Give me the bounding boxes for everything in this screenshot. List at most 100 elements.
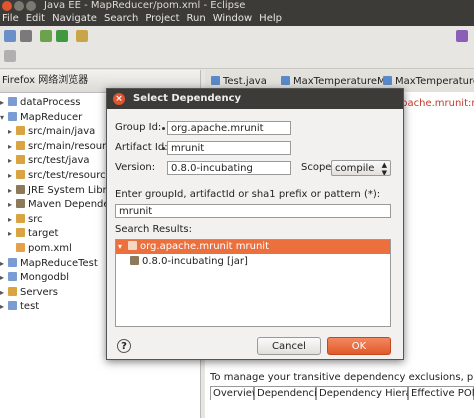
- tree-item-label: test: [20, 301, 40, 313]
- collapsed-triangle-icon[interactable]: ▸: [8, 140, 16, 154]
- cancel-button[interactable]: Cancel: [257, 337, 321, 355]
- tree-item-label: Servers: [20, 286, 59, 298]
- tree-item-label: src/main/java: [28, 126, 96, 138]
- tree-item[interactable]: ▸ Mongodbl: [0, 271, 69, 285]
- collapsed-triangle-icon[interactable]: ▸: [8, 154, 16, 168]
- tree-item[interactable]: ▸ src/test/resources: [8, 169, 117, 183]
- tree-item[interactable]: ▸ target: [8, 227, 58, 241]
- jar-version-icon: [130, 256, 139, 265]
- result-artifact-label: org.apache.mrunit mrunit: [140, 241, 269, 252]
- java-file-icon: [383, 76, 392, 85]
- project-icon: [8, 257, 17, 267]
- dialog-title-bar: × Select Dependency: [107, 89, 403, 109]
- perspective-icon[interactable]: [456, 30, 468, 42]
- collapsed-triangle-icon[interactable]: ▸: [8, 169, 16, 183]
- menu-navigate[interactable]: Navigate: [52, 13, 97, 24]
- tree-item[interactable]: ▸ MapReduceTest: [0, 257, 98, 271]
- collapsed-triangle-icon[interactable]: ▸: [8, 184, 16, 198]
- dialog-title: Select Dependency: [133, 93, 242, 104]
- source-folder-icon: [16, 170, 25, 179]
- source-folder-icon: [16, 155, 25, 165]
- search-results-tree[interactable]: ▾ org.apache.mrunit mrunit 0.8.0-incubati…: [115, 239, 391, 327]
- tree-item[interactable]: ▸ src: [8, 213, 43, 227]
- tree-item-label: MapReducer: [20, 111, 83, 123]
- menu-edit[interactable]: Edit: [26, 13, 45, 24]
- pom-editor-tabs: Overview Dependencies Dependency Hierarc…: [210, 386, 474, 400]
- tree-item[interactable]: ▸ src/test/java: [8, 154, 90, 168]
- collapsed-triangle-icon[interactable]: ▸: [8, 198, 16, 212]
- java-file-icon: [211, 76, 220, 85]
- minimize-window-icon[interactable]: [14, 1, 24, 11]
- tab-dependency-hierarchy[interactable]: Dependency Hierarchy: [316, 386, 433, 400]
- version-field[interactable]: 0.8.0-incubating: [167, 161, 291, 175]
- menu-search[interactable]: Search: [104, 13, 138, 24]
- menu-help[interactable]: Help: [259, 13, 282, 24]
- xml-file-icon: [16, 243, 25, 252]
- search-icon[interactable]: [76, 30, 88, 42]
- select-dependency-dialog: × Select Dependency Group Id: org.apache…: [106, 88, 404, 360]
- tab-label: MaxTemperatureM: [293, 76, 386, 87]
- tree-item-label: src/test/java: [28, 155, 90, 167]
- collapsed-triangle-icon[interactable]: ▸: [0, 286, 8, 300]
- result-version-row[interactable]: 0.8.0-incubating [jar]: [130, 255, 248, 269]
- tree-item-label: dataProcess: [20, 97, 81, 108]
- window-title-bar: Java EE - MapReducer/pom.xml - Eclipse: [0, 0, 474, 12]
- run-icon[interactable]: [56, 30, 68, 42]
- tree-item-label: pom.xml: [28, 243, 72, 254]
- new-icon[interactable]: [4, 30, 16, 42]
- close-window-icon[interactable]: [2, 1, 12, 11]
- search-input[interactable]: mrunit: [115, 204, 391, 218]
- collapsed-triangle-icon[interactable]: ▸: [8, 125, 16, 139]
- required-marker: [162, 147, 165, 150]
- collapsed-triangle-icon[interactable]: ▸: [8, 213, 16, 227]
- tree-item-label: MapReduceTest: [20, 257, 98, 269]
- collapsed-triangle-icon[interactable]: ▸: [0, 271, 8, 285]
- tree-item[interactable]: pom.xml: [8, 242, 72, 256]
- menu-project[interactable]: Project: [145, 13, 179, 24]
- collapsed-triangle-icon[interactable]: ▸: [0, 300, 8, 314]
- tree-item[interactable]: ▾ MapReducer: [0, 111, 82, 125]
- tab-overview[interactable]: Overview: [210, 386, 260, 400]
- tab-effective-pom[interactable]: Effective POM: [408, 386, 474, 400]
- group-id-field[interactable]: org.apache.mrunit: [167, 121, 291, 135]
- project-icon: [8, 111, 17, 121]
- required-marker: [162, 127, 165, 130]
- library-icon: [16, 184, 25, 194]
- back-icon[interactable]: [4, 50, 16, 62]
- menu-window[interactable]: Window: [213, 13, 252, 24]
- folder-icon: [8, 286, 17, 296]
- ok-button[interactable]: OK: [327, 337, 391, 355]
- results-label: Search Results:: [115, 224, 193, 235]
- folder-icon: [16, 228, 25, 238]
- save-icon[interactable]: [20, 30, 32, 42]
- collapsed-triangle-icon[interactable]: ▸: [8, 227, 16, 241]
- maximize-window-icon[interactable]: [26, 1, 36, 11]
- library-icon: [16, 199, 25, 209]
- project-icon: [8, 97, 17, 106]
- tree-item[interactable]: ▸ src/main/java: [8, 125, 95, 139]
- scope-label: Scope:: [301, 162, 335, 173]
- tree-item[interactable]: ▸ dataProcess: [0, 96, 80, 110]
- tree-item[interactable]: ▸ test: [0, 300, 39, 314]
- result-version-label: 0.8.0-incubating [jar]: [142, 256, 248, 267]
- tree-item[interactable]: ▸ Servers: [0, 286, 58, 300]
- collapsed-triangle-icon[interactable]: ▸: [0, 257, 8, 271]
- group-id-label: Group Id:: [115, 122, 162, 133]
- version-label: Version:: [115, 162, 156, 173]
- collapsed-triangle-icon[interactable]: ▸: [0, 96, 8, 110]
- menu-file[interactable]: File: [2, 13, 19, 24]
- scope-select[interactable]: compile ▲ ▼: [331, 160, 391, 176]
- exclusions-info: To manage your transitive dependency exc…: [210, 372, 474, 383]
- expanded-triangle-icon[interactable]: ▾: [0, 111, 8, 125]
- panel-title: Firefox 网络浏览器: [2, 75, 89, 86]
- scope-value: compile: [335, 163, 375, 174]
- result-artifact-row[interactable]: ▾ org.apache.mrunit mrunit: [116, 240, 390, 254]
- debug-icon[interactable]: [40, 30, 52, 42]
- artifact-id-field[interactable]: mrunit: [167, 141, 291, 155]
- jar-icon: [128, 241, 137, 250]
- help-button[interactable]: ?: [117, 339, 131, 353]
- tree-item-label: src/test/resources: [28, 170, 118, 181]
- menu-run[interactable]: Run: [187, 13, 206, 24]
- close-icon[interactable]: ×: [113, 93, 125, 105]
- tab-dependencies[interactable]: Dependencies: [254, 386, 328, 400]
